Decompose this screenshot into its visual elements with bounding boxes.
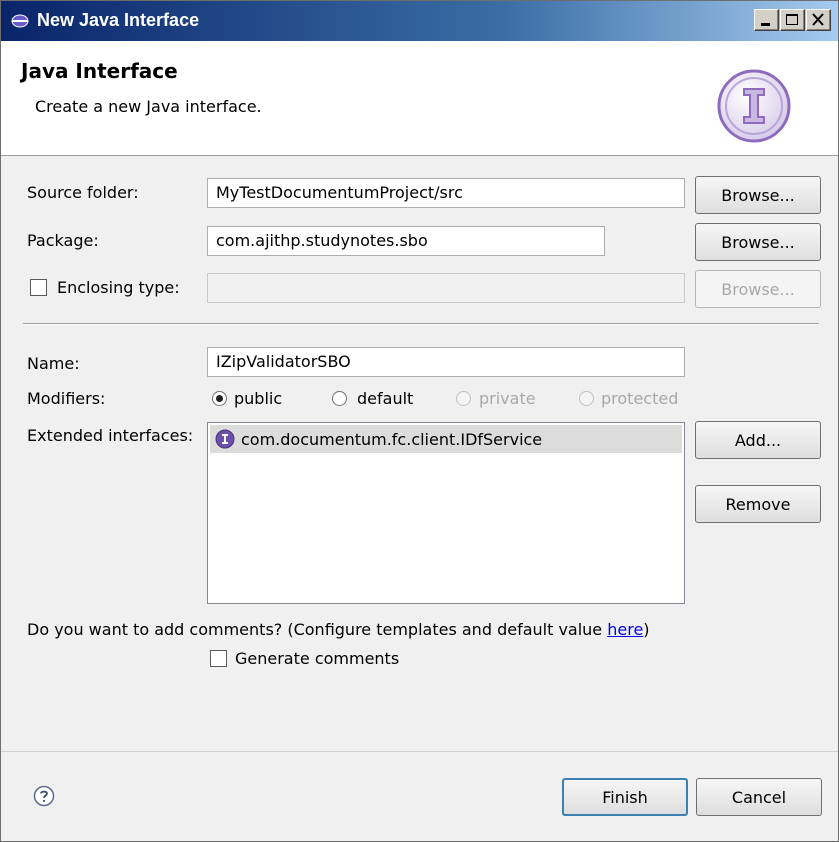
modifier-public-radio[interactable] [212,391,227,406]
comments-question-text: Do you want to add comments? (Configure … [27,620,608,639]
enclosing-type-checkbox[interactable] [30,279,47,296]
enclosing-type-browse-button[interactable]: Browse... [695,270,821,308]
maximize-icon [786,14,798,25]
close-button[interactable] [806,9,831,31]
package-label: Package: [27,231,99,250]
interface-icon [215,429,235,449]
modifier-public-label[interactable]: public [234,389,282,408]
modifiers-label: Modifiers: [27,389,106,408]
finish-button[interactable]: Finish [562,778,688,816]
title-bar[interactable]: New Java Interface [1,1,838,41]
footer-separator [1,751,838,752]
close-icon [812,13,824,26]
generate-comments-label[interactable]: Generate comments [235,649,399,668]
modifier-protected-radio[interactable] [579,391,594,406]
cancel-button[interactable]: Cancel [696,778,822,816]
window-title: New Java Interface [37,10,200,30]
package-input[interactable]: com.ajithp.studynotes.sbo [207,226,605,256]
source-folder-browse-button[interactable]: Browse... [695,176,821,214]
maximize-button[interactable] [780,9,805,31]
dialog-window: New Java Interface Java Interface Create… [0,0,839,842]
page-description: Create a new Java interface. [35,97,262,116]
name-label: Name: [27,354,80,373]
modifier-protected-label: protected [601,389,679,408]
minimize-icon [761,23,770,26]
package-browse-button[interactable]: Browse... [695,223,821,261]
remove-interface-button[interactable]: Remove [695,485,821,523]
modifier-default-label[interactable]: default [357,389,413,408]
generate-comments-checkbox[interactable] [210,650,227,667]
separator [23,323,819,325]
extended-interfaces-list[interactable]: com.documentum.fc.client.IDfService [207,422,685,604]
source-folder-input[interactable]: MyTestDocumentumProject/src [207,178,685,208]
extended-interfaces-label: Extended interfaces: [27,426,194,445]
enclosing-type-label: Enclosing type: [57,278,180,297]
help-icon[interactable] [33,785,55,807]
radio-selected-dot [216,395,223,402]
java-interface-window-icon [11,14,29,28]
modifier-private-label: private [479,389,536,408]
modifier-default-radio[interactable] [332,391,347,406]
add-interface-button[interactable]: Add... [695,421,821,459]
comments-question-end: ) [643,620,650,639]
page-title: Java Interface [21,59,178,83]
comments-question: Do you want to add comments? (Configure … [27,620,650,639]
extended-interface-name: com.documentum.fc.client.IDfService [241,429,543,449]
enclosing-type-input[interactable] [207,273,685,303]
wizard-header: Java Interface Create a new Java interfa… [1,41,838,156]
source-folder-label: Source folder: [27,183,139,202]
configure-templates-link[interactable]: here [607,620,643,639]
name-input[interactable]: IZipValidatorSBO [207,347,685,377]
modifier-private-radio[interactable] [456,391,471,406]
minimize-button[interactable] [754,9,779,31]
list-item[interactable]: com.documentum.fc.client.IDfService [210,425,682,453]
interface-wizard-icon [717,69,791,143]
